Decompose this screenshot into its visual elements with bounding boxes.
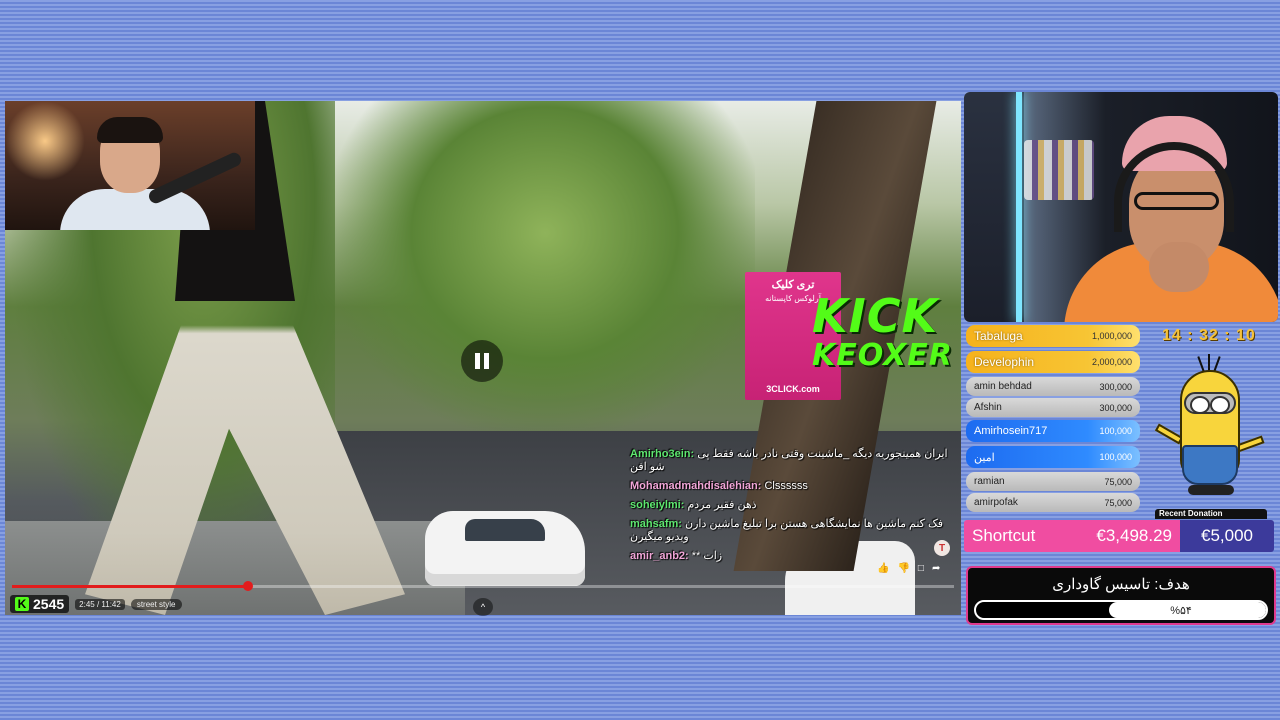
goal-progress-track: %۵۴ xyxy=(974,600,1268,620)
chat-username: soheiylmi: xyxy=(630,499,685,511)
chat-overlay: Amirho3ein: ایران همینجوریه دیگه _ماشینت… xyxy=(630,448,950,569)
donor-leaderboard: Tabaluga 1,000,000 Develophin 2,000,000 … xyxy=(966,325,1140,514)
dislike-icon[interactable]: 👎 xyxy=(897,563,909,574)
chat-username: mahsafm: xyxy=(630,518,682,530)
stream-clock: 14 : 32 : 10 xyxy=(1162,327,1256,344)
donation-label: Shortcut xyxy=(972,526,1036,545)
kick-icon: K xyxy=(15,597,29,611)
chat-username: Mohamadmahdisalehian: xyxy=(630,480,762,492)
viewer-count: 2545 xyxy=(33,596,65,612)
video-progress-bar[interactable] xyxy=(12,581,954,591)
pause-icon[interactable] xyxy=(461,340,503,382)
donation-target: €5,000 xyxy=(1180,520,1274,552)
leaderboard-row: Amirhosein717 100,000 xyxy=(966,420,1140,442)
leaderboard-row: Tabaluga 1,000,000 xyxy=(966,325,1140,347)
donation-goal-bar: Shortcut €3,498.29 €5,000 xyxy=(964,520,1274,552)
chat-username: Amirho3ein: xyxy=(630,448,695,460)
player-controls: K 2545 2:45 / 11:42 street style xyxy=(10,594,182,614)
microphone xyxy=(146,150,244,206)
leaderboard-row: Afshin 300,000 xyxy=(966,398,1140,417)
leaderboard-row: amirpofak 75,000 xyxy=(966,493,1140,512)
chat-message: mahsafm: فک کنم ماشین ها نمایشگاهی هستن … xyxy=(630,518,950,544)
trees-middle xyxy=(335,101,755,431)
progress-scrubber[interactable] xyxy=(243,581,253,591)
collectible-figures xyxy=(1024,140,1094,200)
chat-text: Clssssss xyxy=(764,480,808,492)
chat-username: amir_anb2: xyxy=(630,550,689,562)
goal-widget: هدف: تاسیس گاوداری %۵۴ xyxy=(966,566,1276,625)
leaderboard-row: ramian 75,000 xyxy=(966,472,1140,491)
progress-fill xyxy=(12,585,248,588)
leaderboard-row: امین 100,000 xyxy=(966,446,1140,468)
viewer-badge: K 2545 xyxy=(10,595,70,613)
like-icon[interactable]: 👍 xyxy=(877,563,889,574)
streamer-webcam xyxy=(964,92,1278,322)
leaderboard-row: Develophin 2,000,000 xyxy=(966,351,1140,373)
chat-text: ** زات xyxy=(691,550,723,562)
white-car xyxy=(425,511,585,586)
goal-title: هدف: تاسیس گاوداری xyxy=(1052,576,1190,593)
video-side-actions: 👍 👎 □ ➦ xyxy=(877,563,940,574)
glasses xyxy=(1134,192,1219,210)
chapter-label[interactable]: street style xyxy=(130,598,182,610)
comment-icon[interactable]: □ xyxy=(918,563,924,574)
chat-message: soheiylmi: ذهن فقیر مردم xyxy=(630,499,950,512)
billboard-brand: 3CLICK.com xyxy=(766,384,820,394)
recent-donation-label: Recent Donation xyxy=(1155,509,1267,519)
minion-mascot-icon xyxy=(1150,350,1270,518)
share-icon[interactable]: ➦ xyxy=(932,563,940,574)
video-time: 2:45 / 11:42 xyxy=(75,598,125,610)
goal-percent: %۵۴ xyxy=(1170,605,1192,617)
kick-watermark-bottom: KEOXER xyxy=(812,338,953,373)
creator-avatar-icon[interactable]: T xyxy=(934,540,950,556)
chat-text: ذهن فقیر مردم xyxy=(687,499,757,511)
kick-watermark-top: KICK xyxy=(812,289,939,343)
leaderboard-row: amin behdad 300,000 xyxy=(966,377,1140,396)
chat-message: Mohamadmahdisalehian: Clssssss xyxy=(630,480,950,493)
chat-message: Amirho3ein: ایران همینجوریه دیگه _ماشینت… xyxy=(630,448,950,474)
streamer-inset-cam xyxy=(5,101,255,230)
kick-watermark: KICK KEOXER xyxy=(812,293,953,371)
donation-current: €3,498.29 xyxy=(1096,526,1172,545)
chat-message: amir_anb2: ** زات xyxy=(630,550,950,563)
chevron-up-icon[interactable]: ^ xyxy=(473,598,493,616)
